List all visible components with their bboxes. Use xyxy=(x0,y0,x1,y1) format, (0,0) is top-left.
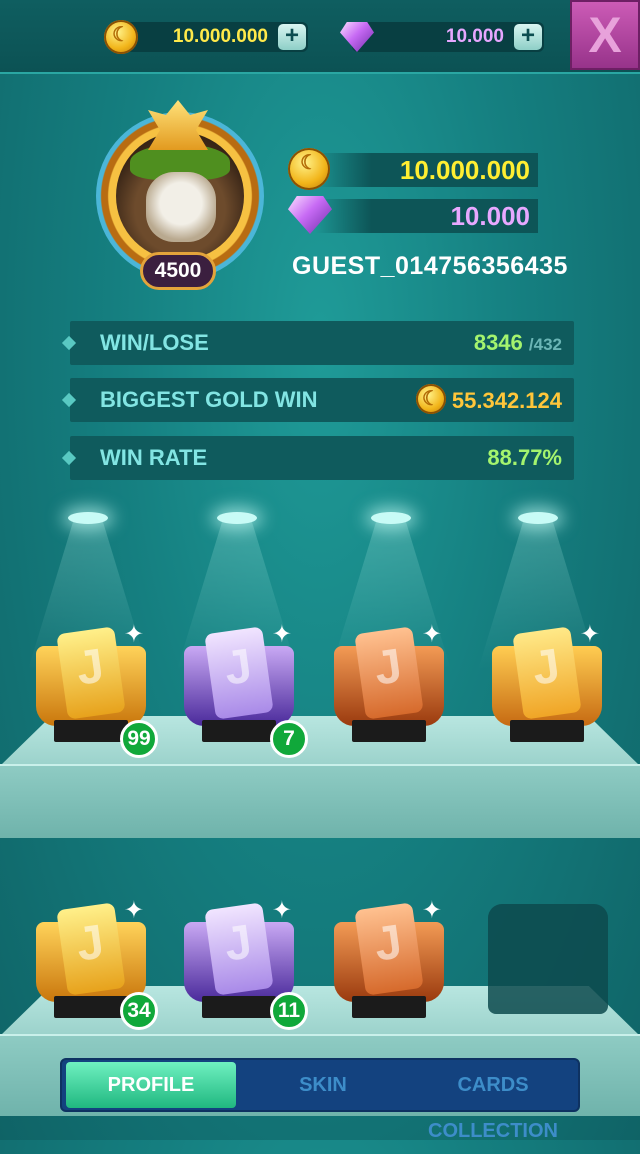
add-gems-button[interactable]: + xyxy=(514,24,542,50)
dragon-crest-icon xyxy=(148,100,208,150)
trophy-copper[interactable]: ✦ xyxy=(330,621,448,748)
spotlight-icon xyxy=(371,512,411,524)
shelf-front xyxy=(0,764,640,838)
level-badge: 4500 xyxy=(140,252,216,290)
spotlight-icon xyxy=(217,512,257,524)
win-lose-value: 8346 /432 xyxy=(474,330,562,356)
biggest-win-value-wrap: 55.342.124 xyxy=(415,384,562,417)
coin-balance-value: 10.000.000 xyxy=(172,26,268,47)
close-button[interactable]: X xyxy=(570,0,640,70)
tab-cards-collection[interactable]: CARDS COLLECTION xyxy=(410,1062,576,1142)
gold-coin-icon xyxy=(104,20,138,54)
biggest-win-value: 55.342.124 xyxy=(451,387,562,413)
win-rate-label: WIN RATE xyxy=(100,445,208,470)
sparkle-icon: ✦ xyxy=(579,621,600,648)
tab-profile[interactable]: PROFILE xyxy=(66,1062,236,1108)
biggest-win-label: BIGGEST GOLD WIN xyxy=(100,387,318,412)
profile-gold-bar: 10.000.000 xyxy=(316,153,538,187)
stat-row-win-rate: WIN RATE 88.77% xyxy=(61,436,574,480)
bullet-diamond-icon xyxy=(61,392,77,408)
bullet-diamond-icon xyxy=(61,335,77,351)
username: GUEST_014756356435 xyxy=(292,252,568,280)
profile-gem-value: 10.000 xyxy=(450,201,530,231)
gem-balance-value: 10.000 xyxy=(445,26,504,47)
spotlight-icon xyxy=(518,512,558,524)
bottom-tab-bar: PROFILE SKIN CARDS COLLECTION xyxy=(60,1058,580,1142)
gold-coin-icon xyxy=(288,148,330,190)
wins-value: 8346 xyxy=(473,330,523,355)
dog-face-graphic xyxy=(146,172,216,242)
tab-skin[interactable]: SKIN xyxy=(238,1062,408,1108)
bullet-diamond-icon xyxy=(61,450,77,466)
trophy-count-badge: 99 xyxy=(120,720,158,758)
trophy-count-badge: 11 xyxy=(270,992,308,1030)
win-rate-value: 88.77% xyxy=(487,445,562,470)
stat-row-win-lose: WIN/LOSE 8346 /432 xyxy=(61,321,574,365)
profile-gold-value: 10.000.000 xyxy=(399,155,530,185)
gem-balance: 10.000 + xyxy=(352,22,544,52)
trophy-count-badge: 7 xyxy=(270,720,308,758)
trophy-count-badge: 34 xyxy=(120,992,158,1030)
sparkle-icon: ✦ xyxy=(271,897,292,924)
stat-row-biggest-win: BIGGEST GOLD WIN 55.342.124 xyxy=(61,378,574,422)
profile-gem-bar: 10.000 xyxy=(316,199,538,233)
gold-coin-icon xyxy=(415,384,446,417)
losses-value: /432 xyxy=(528,335,562,354)
sparkle-icon: ✦ xyxy=(271,621,292,648)
sparkle-icon: ✦ xyxy=(421,897,442,924)
sparkle-icon: ✦ xyxy=(123,897,144,924)
sparkle-icon: ✦ xyxy=(123,621,144,648)
win-lose-label: WIN/LOSE xyxy=(100,330,209,355)
bulldog-portrait xyxy=(116,132,244,260)
coin-balance: 10.000.000 + xyxy=(118,22,308,52)
trophy-amber[interactable]: ✦ xyxy=(488,621,606,748)
trophy-copper[interactable]: ✦ xyxy=(330,897,448,1024)
spotlight-icon xyxy=(68,512,108,524)
add-coins-button[interactable]: + xyxy=(278,24,306,50)
top-bar: 10.000.000 + 10.000 + xyxy=(0,0,640,74)
trophy-locked-silhouette xyxy=(488,904,608,1014)
sparkle-icon: ✦ xyxy=(421,621,442,648)
